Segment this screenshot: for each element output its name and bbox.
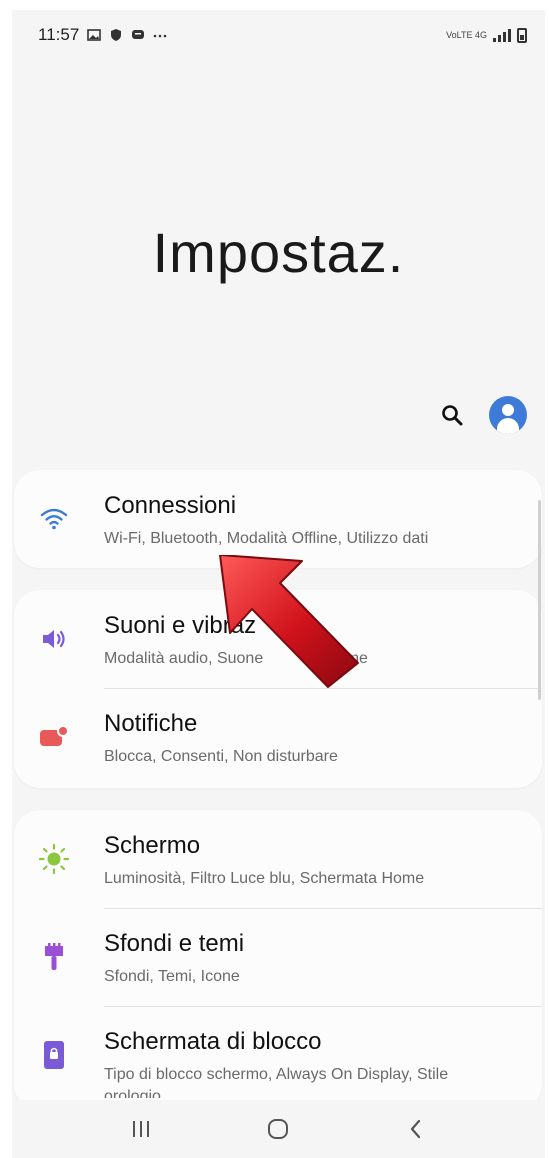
brightness-icon <box>38 843 70 875</box>
notification-icon <box>38 721 70 753</box>
settings-item-subtitle: Tipo di blocco schermo, Always On Displa… <box>104 1066 449 1083</box>
settings-item-label: Schermata di blocco <box>104 1028 322 1055</box>
back-button[interactable] <box>396 1109 436 1149</box>
more-icon <box>153 34 167 38</box>
settings-item-wallpapers[interactable]: Sfondi e temi Sfondi, Temi, Icone <box>14 908 542 1006</box>
home-icon <box>268 1119 289 1139</box>
red-pointer-arrow <box>219 555 359 688</box>
settings-item-notifications[interactable]: Notifiche Blocca, Consenti, Non disturba… <box>14 688 542 786</box>
status-time: 11:57 <box>38 25 80 44</box>
brush-icon <box>38 941 70 973</box>
navigation-bar <box>12 1100 545 1158</box>
settings-item-label: Sfondi e temi <box>104 930 245 957</box>
settings-item-label: Connessioni <box>104 492 237 519</box>
settings-item-lockscreen[interactable]: Schermata di blocco Tipo di blocco scher… <box>14 1006 542 1104</box>
search-icon <box>442 405 463 426</box>
settings-item-label: Notifiche <box>104 710 198 737</box>
card-connections: Connessioni Wi-Fi, Bluetooth, Modalità O… <box>14 470 542 568</box>
settings-item-display[interactable]: Schermo Luminosità, Filtro Luce blu, Sch… <box>14 810 542 908</box>
settings-item-subtitle: Blocca, Consenti, Non disturbare <box>104 748 338 765</box>
settings-item-label: Schermo <box>104 832 201 859</box>
settings-item-connections[interactable]: Connessioni Wi-Fi, Bluetooth, Modalità O… <box>14 470 542 568</box>
page-title: Impostaz. <box>152 221 405 284</box>
settings-item-subtitle: Luminosità, Filtro Luce blu, Schermata H… <box>104 870 425 887</box>
settings-item-subtitle-overflow: orologio <box>104 1088 161 1098</box>
status-bar: 11:57 VoLTE 4G <box>12 10 545 60</box>
chat-icon <box>132 30 145 39</box>
shield-icon <box>111 29 122 41</box>
speaker-icon <box>38 623 70 655</box>
account-icon[interactable] <box>489 396 527 434</box>
settings-item-subtitle: Wi-Fi, Bluetooth, Modalità Offline, Util… <box>104 530 429 547</box>
signal-icon <box>493 28 511 42</box>
card-display: Schermo Luminosità, Filtro Luce blu, Sch… <box>14 810 542 1110</box>
settings-item-subtitle: Sfondi, Temi, Icone <box>104 968 240 985</box>
settings-screen: 11:57 VoLTE 4G Impostaz. Connessioni Wi-… <box>12 10 545 1158</box>
lock-screen-icon <box>38 1039 70 1071</box>
wifi-icon <box>38 503 70 535</box>
home-button[interactable] <box>258 1109 298 1149</box>
search-button[interactable] <box>437 400 467 430</box>
scrollbar[interactable] <box>538 500 541 700</box>
network-type: VoLTE 4G <box>446 30 487 40</box>
back-icon <box>411 1119 421 1139</box>
gallery-icon <box>87 29 102 41</box>
recents-button[interactable] <box>121 1109 161 1149</box>
recents-icon <box>132 1121 149 1137</box>
battery-icon <box>517 27 527 43</box>
